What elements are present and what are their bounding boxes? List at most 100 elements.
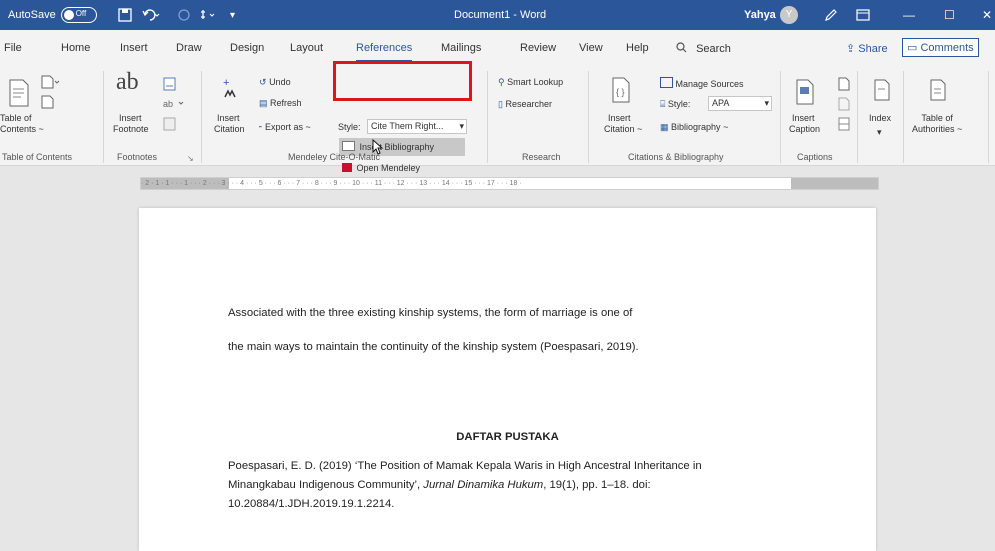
next-footnote-icon[interactable]: ab [163,97,185,111]
autosave-label: AutoSave [8,9,56,21]
svg-text:+: + [223,77,229,89]
tab-references[interactable]: References [356,42,413,62]
group-label-footnotes: Footnotes [117,152,158,162]
researcher-button[interactable]: ▯ Researcher [498,99,552,110]
dialog-launcher-icon[interactable]: ↘ [187,153,194,163]
smart-lookup-label: Smart Lookup [507,77,564,87]
mendeley-export-button[interactable]: ⁃ Export as ~ [258,122,311,133]
open-mendeley-button[interactable]: Open Mendeley [342,163,420,174]
share-icon: ⇪ [846,43,856,55]
search-box[interactable]: Search [676,42,731,55]
divider [588,71,589,163]
insert-citation-icon[interactable]: { } [611,77,631,105]
tab-layout[interactable]: Layout [290,42,323,54]
style-icon: ⌸ [660,99,666,109]
toc-label-2: Contents ~ [0,124,44,134]
redo-icon[interactable] [177,0,191,30]
smart-lookup-button[interactable]: ⚲ Smart Lookup [498,77,563,88]
comments-button[interactable]: ▭ Comments [902,38,979,57]
bibliography-label: Bibliography ~ [671,122,729,132]
customize-toolbar-icon[interactable]: ▾ [230,0,235,30]
document-title: Document1 - Word [454,9,547,21]
chevron-down-icon: ▾ [877,127,882,137]
save-icon[interactable] [118,0,132,30]
mendeley-refresh-button[interactable]: ▤ Refresh [259,98,302,109]
insert-table-of-figures-icon[interactable] [838,77,850,93]
citation-style-value: APA [712,98,730,108]
citation-label-2: Citation ~ [604,124,643,134]
close-button[interactable]: ✕ [982,0,992,30]
mendeley-style-dropdown[interactable]: Cite Them Right... ▾ [367,119,467,134]
toc-label-1: Table of [0,113,32,123]
body-paragraph-line[interactable]: Associated with the three existing kinsh… [228,307,632,319]
citation-style-dropdown[interactable]: APA ▾ [708,96,772,111]
share-label: Share [858,43,888,55]
reference-line[interactable]: Minangkabau Indigenous Community’, Jurna… [228,479,651,491]
insert-footnote-icon[interactable]: ab [116,70,139,94]
insert-citation-button[interactable]: Insert Citation ~ [604,113,642,135]
mendeley-insert-citation-button[interactable]: Insert Citation [214,113,245,135]
tab-view[interactable]: View [579,42,603,54]
reference-line[interactable]: Poespasari, E. D. (2019) ‘The Position o… [228,460,702,472]
insert-index-button[interactable]: Index [869,113,891,124]
bibliography-heading[interactable]: DAFTAR PUSTAKA [139,431,876,443]
avatar[interactable]: Y [780,0,798,30]
ribbon-tabs: File Home Insert Draw Design Layout Refe… [0,30,995,67]
insert-citation-label-2: Citation [214,124,245,134]
reference-line[interactable]: 10.20884/1.JDH.2019.19.1.2214. [228,498,394,510]
mendeley-undo-button[interactable]: ↺ Undo [259,77,291,88]
document-page[interactable]: Associated with the three existing kinsh… [139,208,876,551]
divider [988,71,989,163]
mendeley-logo-icon [342,163,352,172]
divider [201,71,202,163]
share-button[interactable]: ⇪ Share [846,42,888,55]
table-of-contents-icon[interactable] [8,79,30,109]
cross-reference-icon[interactable] [838,117,850,133]
tab-mailings[interactable]: Mailings [441,42,481,54]
mendeley-insert-citation-icon[interactable]: + [219,77,241,103]
highlight-annotation [333,61,472,101]
minimize-button[interactable]: — [903,0,915,30]
update-table-icon[interactable] [40,95,54,111]
undo-icon[interactable] [142,0,160,30]
insert-endnote-icon[interactable] [163,77,177,93]
tab-design[interactable]: Design [230,42,264,54]
group-label-research: Research [522,152,561,162]
manage-sources-icon [660,77,673,88]
horizontal-ruler[interactable]: · 2 · 1 · 1 · · · 1 · · · 2 · · · 3 · · … [140,177,879,190]
table-of-authorities-button[interactable]: Table of Authorities ~ [912,113,962,135]
autosave-control[interactable]: AutoSave Off [8,0,97,30]
insert-caption-button[interactable]: Insert Caption [789,113,820,135]
user-name[interactable]: Yahya [744,0,776,30]
chevron-down-icon: ▾ [764,98,769,108]
group-label-citations: Citations & Bibliography [628,152,724,162]
divider [103,71,104,163]
bibliography-icon: ▦ [660,122,669,132]
restore-button[interactable]: ☐ [944,0,955,30]
add-text-icon[interactable] [40,75,60,91]
tab-draw[interactable]: Draw [176,42,202,54]
ribbon-display-icon[interactable] [856,0,870,30]
ribbon: Table of Contents ~ Table of Contents ab… [0,67,995,173]
tab-insert[interactable]: Insert [120,42,148,54]
tab-review[interactable]: Review [520,42,556,54]
pen-icon[interactable] [824,0,838,30]
group-label-mendeley: Mendeley Cite-O-Matic [288,152,381,162]
index-icon[interactable] [873,79,891,103]
body-paragraph-line[interactable]: the main ways to maintain the continuity… [228,341,639,353]
insert-caption-icon[interactable] [795,79,815,107]
table-of-authorities-icon[interactable] [929,79,947,103]
tab-help[interactable]: Help [626,42,649,54]
bibliography-button[interactable]: ▦ Bibliography ~ [660,122,728,133]
insert-citation-label-1: Insert [217,113,240,123]
researcher-label: Researcher [505,99,552,109]
tab-home[interactable]: Home [61,42,90,54]
show-notes-icon[interactable] [163,117,177,133]
manage-sources-button[interactable]: Manage Sources [660,77,744,90]
autosave-toggle[interactable]: Off [60,7,97,23]
touch-mode-icon[interactable] [198,0,220,30]
update-table-of-figures-icon[interactable] [838,97,850,113]
tab-file[interactable]: File [4,42,22,54]
table-of-contents-button[interactable]: Table of Contents ~ [0,113,44,135]
insert-footnote-button[interactable]: Insert Footnote [113,113,149,135]
